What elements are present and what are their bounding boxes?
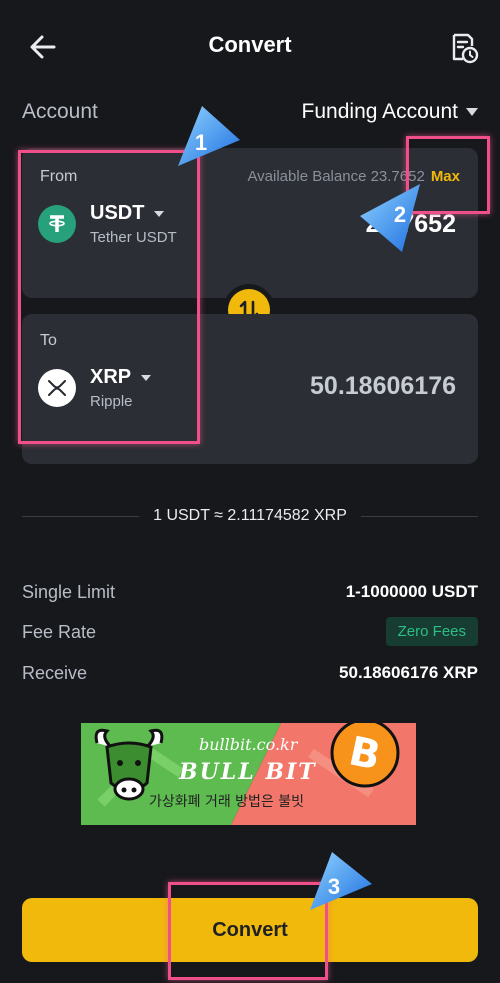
from-label: From	[40, 168, 78, 185]
to-coin-symbol: XRP	[90, 366, 132, 388]
caret-down-icon	[466, 108, 478, 116]
single-limit-value: 1-1000000 USDT	[345, 582, 478, 601]
account-row: Account Funding Account	[22, 98, 478, 130]
exchange-rate: 1 USDT ≈ 2.11174582 XRP	[22, 504, 478, 528]
banner-url: bullbit.co.kr	[199, 735, 298, 754]
account-selector-value: Funding Account	[301, 100, 458, 123]
receive-label: Receive	[22, 663, 88, 683]
to-coin-name: Ripple	[90, 393, 133, 410]
convert-button[interactable]: Convert	[22, 898, 478, 962]
banner-slogan: 가상화폐 거래 방법은 불빗	[149, 794, 305, 810]
fee-rate-label: Fee Rate	[22, 622, 97, 642]
caret-down-icon	[154, 210, 165, 217]
account-label: Account	[22, 100, 98, 123]
max-button[interactable]: Max	[431, 168, 460, 185]
to-label: To	[40, 332, 57, 349]
account-selector[interactable]: Funding Account	[302, 100, 478, 124]
from-coin-name: Tether USDT	[90, 229, 177, 246]
from-coin-selector[interactable]: USDT Tether USDT	[38, 202, 177, 246]
top-bar: Convert	[0, 0, 500, 82]
receive-row: Receive 50.18606176 XRP	[22, 661, 478, 689]
order-history-icon[interactable]	[448, 32, 480, 64]
available-balance-text-hidden: 52	[408, 168, 425, 185]
fee-rate-row: Fee Rate Zero Fees	[22, 617, 478, 648]
xrp-icon	[38, 369, 76, 407]
watermark-banner: B bullbit.co.kr BULL BIT 가상화폐 거래 방법은 불빗	[81, 723, 416, 825]
zero-fees-badge: Zero Fees	[385, 617, 478, 646]
divider	[360, 515, 478, 517]
to-card: To XRP Ripple 50.18606176	[22, 314, 478, 464]
caret-down-icon	[141, 374, 152, 381]
available-balance-text: Available Balance 23.76	[247, 168, 409, 185]
from-coin-symbol: USDT	[90, 202, 145, 224]
to-coin-selector[interactable]: XRP Ripple	[38, 366, 152, 410]
usdt-icon	[38, 205, 76, 243]
single-limit-row: Single Limit 1-1000000 USDT	[22, 580, 478, 608]
single-limit-label: Single Limit	[22, 582, 116, 602]
receive-value: 50.18606176 XRP	[339, 663, 478, 682]
from-amount-input[interactable]: 23.7652	[366, 210, 456, 239]
page-title: Convert	[208, 32, 292, 57]
step3-number: 3	[328, 874, 340, 899]
available-balance: Available Balance 23.7652 Max	[247, 168, 460, 185]
divider	[22, 515, 140, 517]
bitcoin-logo-icon: B	[330, 723, 400, 788]
to-amount: 50.18606176	[310, 372, 456, 400]
from-card: From Available Balance 23.7652 Max USDT T…	[22, 148, 478, 298]
banner-name: BULL BIT	[179, 759, 317, 785]
exchange-rate-text: 1 USDT ≈ 2.11174582 XRP	[153, 507, 347, 524]
